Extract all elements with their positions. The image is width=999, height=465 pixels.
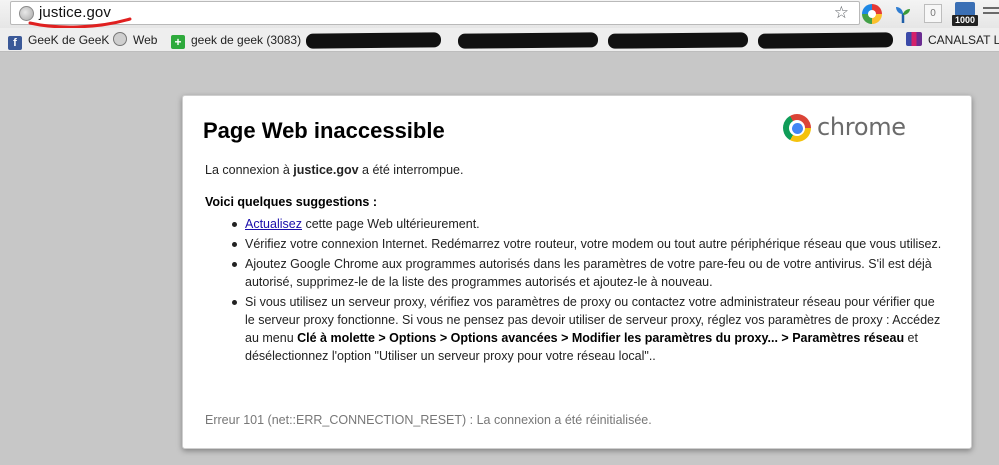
bookmark-web[interactable]: Web xyxy=(113,32,157,48)
suggestion-item: Ajoutez Google Chrome aux programmes aut… xyxy=(223,255,943,291)
facebook-icon: f xyxy=(8,36,22,50)
summary-suffix: a été interrompue. xyxy=(358,163,464,177)
suggestion-text: Vérifiez votre connexion Internet. Redém… xyxy=(245,237,942,251)
feed-icon xyxy=(955,2,975,16)
redacted-bookmark xyxy=(757,32,894,49)
globe-icon xyxy=(113,32,127,46)
plant-extension-icon[interactable] xyxy=(893,4,913,24)
suggestion-item: Actualisez cette page Web ultérieurement… xyxy=(223,215,943,233)
suggestion-item: Si vous utilisez un serveur proxy, vérif… xyxy=(223,293,943,365)
suggestion-text: cette page Web ultérieurement. xyxy=(301,217,480,231)
bookmarks-bar: f GeeK de GeeK Web + geek de geek (3083) C… xyxy=(0,28,999,52)
rss-counter-extension-icon[interactable]: 1000 xyxy=(952,2,978,26)
bookmark-geek-de-geek-count[interactable]: + geek de geek (3083) xyxy=(171,32,302,49)
suggestion-text: Ajoutez Google Chrome aux programmes aut… xyxy=(245,257,932,289)
error-code: Erreur 101 (net::ERR_CONNECTION_RESET) :… xyxy=(205,413,652,427)
reload-link[interactable]: Actualisez xyxy=(245,217,302,231)
redacted-bookmark xyxy=(457,32,599,49)
redacted-bookmark xyxy=(607,32,749,49)
bookmark-label: CANALSAT LI xyxy=(928,33,999,47)
address-bar[interactable]: justice.gov ☆ xyxy=(10,1,860,29)
suggestions-heading: Voici quelques suggestions : xyxy=(205,195,378,209)
counter-extension-icon[interactable]: 0 xyxy=(924,4,942,23)
bookmark-geek-de-geek[interactable]: f GeeK de GeeK xyxy=(8,32,110,50)
plus-icon: + xyxy=(171,35,185,49)
error-page-card: chrome Page Web inaccessible La connexio… xyxy=(182,95,972,449)
picasa-extension-icon[interactable] xyxy=(862,4,882,24)
bookmark-label: geek de geek (3083) xyxy=(191,33,302,47)
bookmark-label: GeeK de GeeK xyxy=(28,33,110,47)
feed-count: 1000 xyxy=(952,15,978,26)
error-summary: La connexion à justice.gov a été interro… xyxy=(205,163,463,177)
menu-icon[interactable] xyxy=(983,7,999,21)
summary-prefix: La connexion à xyxy=(205,163,294,177)
bookmark-star-icon[interactable]: ☆ xyxy=(834,3,849,23)
redacted-bookmark xyxy=(305,32,442,49)
chrome-icon xyxy=(783,114,811,142)
canalsat-icon xyxy=(906,32,922,46)
bookmark-canalsat[interactable]: CANALSAT LI xyxy=(906,32,999,48)
suggestions-list: Actualisez cette page Web ultérieurement… xyxy=(223,215,943,367)
chrome-wordmark: chrome xyxy=(817,113,906,141)
browser-toolbar: justice.gov ☆ 0 1000 xyxy=(0,0,999,29)
summary-host: justice.gov xyxy=(293,163,359,177)
suggestion-item: Vérifiez votre connexion Internet. Redém… xyxy=(223,235,943,253)
bookmark-label: Web xyxy=(133,33,158,47)
proxy-menu-path: Clé à molette > Options > Options avancé… xyxy=(297,331,905,345)
page-title: Page Web inaccessible xyxy=(203,118,445,143)
